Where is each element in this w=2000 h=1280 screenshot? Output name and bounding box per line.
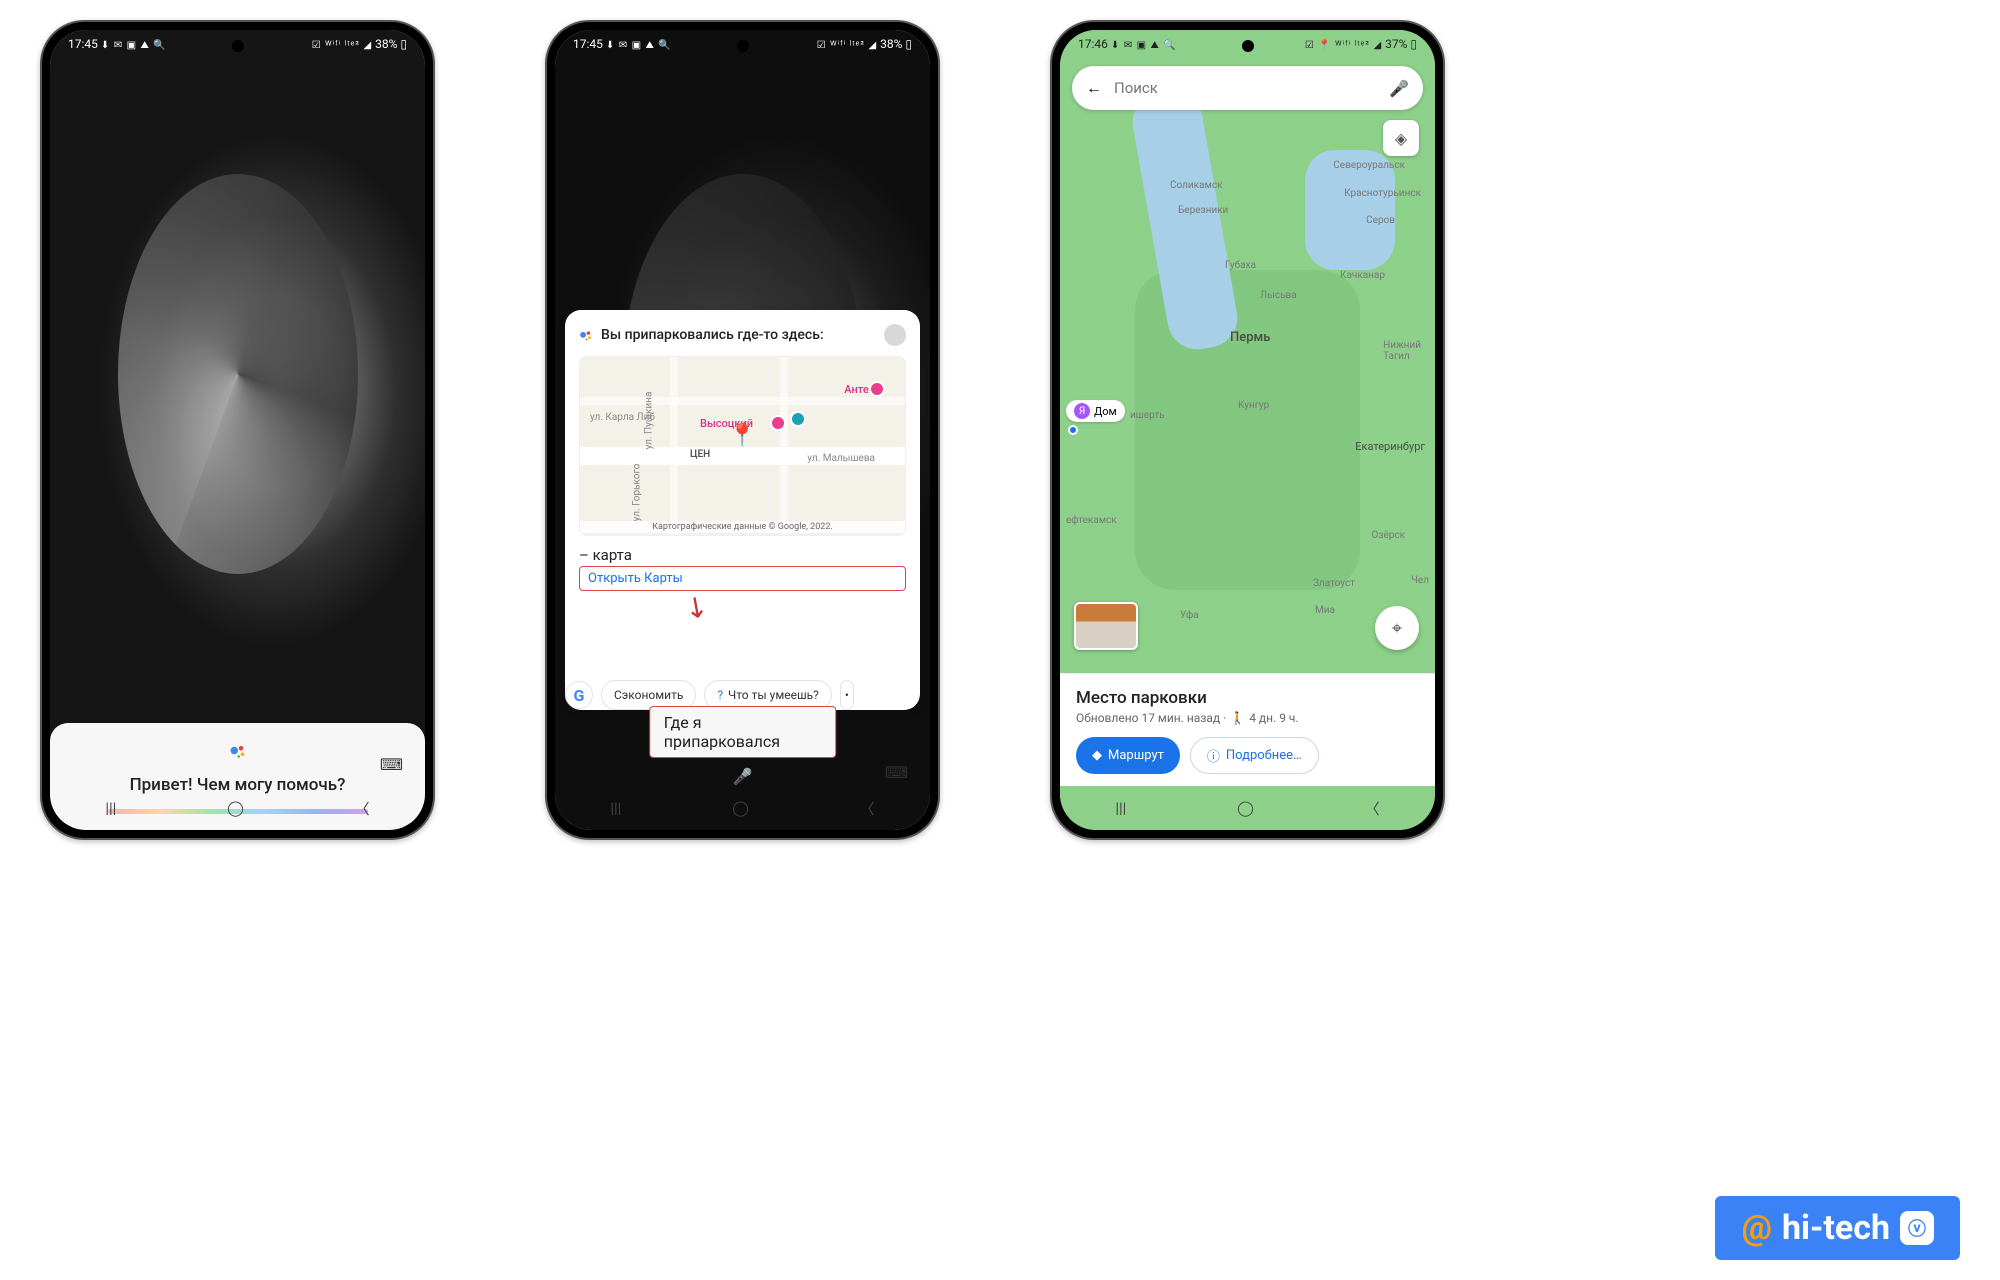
- street-label: ул. Малышева: [807, 453, 875, 464]
- city-label: Миа: [1315, 605, 1335, 616]
- status-battery: 38%: [880, 37, 902, 51]
- home-chip[interactable]: Я Дом: [1066, 400, 1125, 422]
- camera-notch: [232, 40, 244, 52]
- status-left-icons: ⬇ ✉ ▣ ⛰ 🔍: [1111, 40, 1177, 51]
- city-label: Североуральск: [1333, 160, 1405, 171]
- watermark: @ hi-tech ⓥ: [1715, 1196, 1960, 1260]
- city-label: Уфа: [1180, 610, 1199, 621]
- nav-home[interactable]: ◯: [732, 799, 749, 817]
- map-name: – карта: [579, 546, 906, 564]
- nav-bar: ||| ◯ 〈: [50, 786, 425, 830]
- nav-home[interactable]: ◯: [227, 799, 244, 817]
- user-query[interactable]: Где я припарковался: [649, 706, 837, 758]
- city-label: Чел: [1411, 575, 1429, 586]
- status-left-icons: ⬇ ✉ ▣ ⛰ 🔍: [606, 40, 672, 51]
- status-battery: 37%: [1385, 37, 1407, 51]
- city-label: Пермь: [1230, 330, 1270, 345]
- google-chip[interactable]: G: [565, 681, 593, 709]
- city-label: Лысьва: [1260, 290, 1297, 301]
- city-label: ефтекамск: [1066, 515, 1117, 526]
- city-label: Екатеринбург: [1355, 440, 1425, 453]
- city-label: Губаха: [1225, 260, 1256, 271]
- status-battery: 38%: [375, 37, 397, 51]
- keyboard-icon[interactable]: ⌨: [885, 763, 908, 782]
- directions-icon: ◆: [1092, 748, 1102, 763]
- wallpaper: [50, 30, 425, 830]
- crosshair-icon: ⌖: [1392, 618, 1402, 639]
- nav-home[interactable]: ◯: [1237, 799, 1254, 817]
- watermark-at: @: [1741, 1208, 1771, 1248]
- home-label: Дом: [1094, 405, 1117, 418]
- back-arrow-icon[interactable]: ←: [1086, 78, 1102, 98]
- city-label: Озёрск: [1371, 530, 1405, 541]
- status-time: 17:46: [1078, 37, 1108, 51]
- city-label: Кунгур: [1238, 400, 1269, 411]
- camera-notch: [1242, 40, 1254, 52]
- nav-recents[interactable]: |||: [610, 799, 621, 817]
- layers-icon: ◈: [1395, 129, 1407, 148]
- city-label: Краснотурьинск: [1344, 188, 1421, 199]
- camera-notch: [737, 40, 749, 52]
- keyboard-icon[interactable]: ⌨: [380, 755, 403, 774]
- nav-recents[interactable]: |||: [1115, 799, 1126, 817]
- phone-google-maps: Пермь Соликамск Березники Губаха Кунгур …: [1050, 20, 1445, 840]
- map-pin-icon: 📍: [729, 424, 756, 449]
- phone-assistant-parking-result: 17:45 ⬇ ✉ ▣ ⛰ 🔍 ☑ ᵂⁱᶠⁱ ˡᵗᵉ² ◢ 38% ▯ Вы п…: [545, 20, 940, 840]
- card-title: Вы припарковались где-то здесь:: [601, 327, 876, 343]
- nav-back[interactable]: 〈: [1365, 798, 1380, 819]
- hotel-icon: [869, 381, 885, 397]
- open-maps-link[interactable]: Открыть Карты: [579, 566, 906, 591]
- streetview-thumbnail[interactable]: [1074, 602, 1138, 650]
- status-left-icons: ⬇ ✉ ▣ ⛰ 🔍: [101, 40, 167, 51]
- nav-back[interactable]: 〈: [355, 798, 370, 819]
- city-label: Соликамск: [1170, 180, 1223, 191]
- my-location-button[interactable]: ⌖: [1375, 606, 1419, 650]
- nav-recents[interactable]: |||: [105, 799, 116, 817]
- status-time: 17:45: [68, 37, 98, 51]
- city-label: Качканар: [1340, 270, 1385, 281]
- watermark-text: hi-tech: [1782, 1208, 1890, 1248]
- status-time: 17:45: [573, 37, 603, 51]
- chip-more[interactable]: •: [840, 680, 854, 710]
- search-bar[interactable]: ← 🎤: [1072, 66, 1423, 110]
- status-right-icons: ☑ ᵂⁱᶠⁱ ˡᵗᵉ² ◢: [817, 40, 877, 51]
- more-info-button[interactable]: ⓘПодробнее…: [1190, 737, 1319, 774]
- hotel-icon: [770, 415, 786, 431]
- status-right-icons: ☑ ᵂⁱᶠⁱ ˡᵗᵉ² ◢: [312, 40, 372, 51]
- nav-bar: ||| ◯ 〈: [555, 786, 930, 830]
- city-label: Нижний Тагил: [1383, 340, 1421, 362]
- home-avatar-icon: Я: [1074, 403, 1090, 419]
- city-label: ишерть: [1130, 410, 1165, 421]
- center-label: ЦЕН: [690, 449, 710, 460]
- place-title: Место парковки: [1076, 688, 1419, 708]
- assistant-logo-icon: [229, 743, 247, 761]
- walk-icon: 🚶: [1230, 711, 1245, 725]
- assistant-logo-icon: [579, 328, 593, 342]
- mic-icon[interactable]: 🎤: [733, 767, 753, 786]
- city-label: Златоуст: [1313, 578, 1355, 589]
- voice-search-icon[interactable]: 🎤: [1389, 79, 1409, 98]
- city-label: Серов: [1366, 215, 1395, 226]
- my-location-dot: [1068, 425, 1078, 435]
- phone-assistant-greeting: 17:45 ⬇ ✉ ▣ ⛰ 🔍 ☑ ᵂⁱᶠⁱ ˡᵗᵉ² ◢ 38% ▯ Прив…: [40, 20, 435, 840]
- assistant-result-card: Вы припарковались где-то здесь: ул. Пушк…: [565, 310, 920, 710]
- mini-map[interactable]: ул. Пушкина ул. Карла Либ ул. Малышева у…: [579, 356, 906, 536]
- directions-button[interactable]: ◆Маршрут: [1076, 737, 1180, 774]
- attraction-icon: [790, 411, 806, 427]
- status-right-icons: ☑ 📍 ᵂⁱᶠⁱ ˡᵗᵉ² ◢: [1305, 40, 1382, 51]
- street-label: ул. Горького: [631, 464, 642, 522]
- layers-button[interactable]: ◈: [1383, 120, 1419, 156]
- info-icon: ⓘ: [1207, 746, 1220, 765]
- nav-bar: ||| ◯ 〈: [1060, 786, 1435, 830]
- user-avatar[interactable]: [884, 324, 906, 346]
- vk-badge-icon: ⓥ: [1900, 1211, 1934, 1245]
- nav-back[interactable]: 〈: [860, 798, 875, 819]
- map-attribution: Картографические данные © Google, 2022.: [580, 521, 905, 533]
- place-subtitle: Обновлено 17 мин. назад · 🚶 4 дн. 9 ч.: [1076, 711, 1419, 725]
- city-label: Березники: [1178, 205, 1228, 216]
- street-label: ул. Карла Либ: [590, 412, 655, 423]
- search-input[interactable]: [1114, 79, 1377, 97]
- place-bottom-sheet[interactable]: Место парковки Обновлено 17 мин. назад ·…: [1060, 673, 1435, 786]
